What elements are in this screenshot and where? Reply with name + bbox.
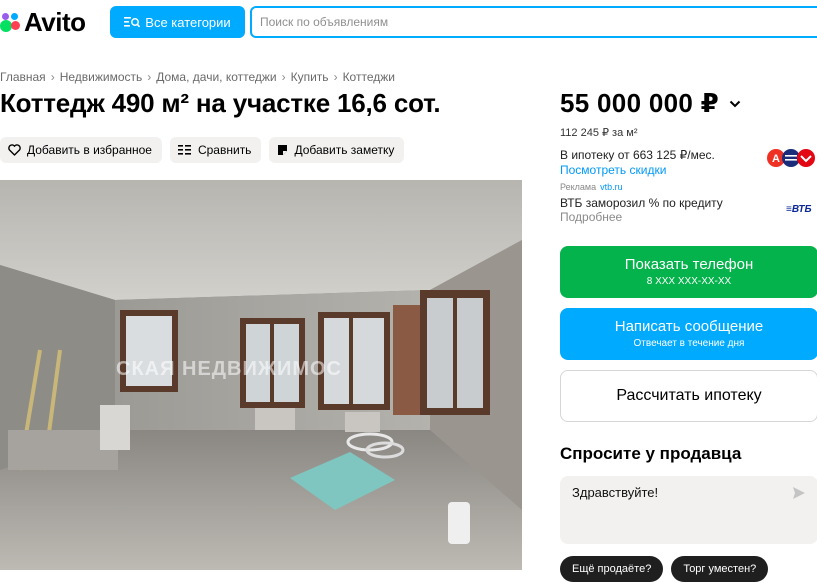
favorites-label: Добавить в избранное: [27, 143, 152, 157]
breadcrumb-separator: ›: [333, 70, 338, 84]
mortgage-text: В ипотеку от 663 125 ₽/мес.: [560, 148, 715, 162]
note-label: Добавить заметку: [294, 143, 395, 157]
search-field[interactable]: [250, 6, 817, 38]
ask-seller-title: Спросите у продавца: [560, 444, 742, 463]
discount-link[interactable]: Посмотреть скидки: [560, 163, 715, 178]
bank-logos-icon: А: [767, 149, 815, 167]
ad-domain[interactable]: vtb.ru: [600, 182, 623, 192]
compare-button[interactable]: Сравнить: [169, 137, 262, 163]
photo-watermark: СКАЯ НЕДВИЖИМОС: [116, 358, 342, 380]
listing-actions: Добавить в избранное Сравнить Добавить з…: [0, 137, 405, 163]
write-message-button[interactable]: Написать сообщение Отвечает в течение дн…: [560, 308, 817, 360]
note-icon: [278, 145, 288, 155]
chip-still-selling[interactable]: Ещё продаёте?: [560, 556, 664, 582]
breadcrumb: Главная › Недвижимость › Дома, дачи, кот…: [0, 70, 395, 84]
mortgage-offer: В ипотеку от 663 125 ₽/мес. Посмотреть с…: [560, 148, 715, 178]
categories-search-icon: [124, 17, 141, 28]
ad-more-link[interactable]: Подробнее: [560, 210, 723, 224]
breadcrumb-separator: ›: [147, 70, 152, 84]
logo-text: Avito: [24, 6, 86, 37]
compare-icon: [177, 145, 191, 155]
price-row: 55 000 000 ₽: [560, 88, 741, 119]
ask-seller-box: [560, 476, 817, 544]
reply-time: Отвечает в течение дня: [633, 338, 745, 349]
add-note-button[interactable]: Добавить заметку: [269, 137, 405, 163]
svg-text:А: А: [772, 153, 780, 165]
breadcrumb-houses[interactable]: Дома, дачи, коттеджи: [156, 70, 276, 84]
quick-questions: Ещё продаёте? Торг уместен?: [560, 556, 769, 582]
breadcrumb-separator: ›: [50, 70, 55, 84]
ad-text: ВТБ заморозил % по кредиту: [560, 196, 723, 210]
all-categories-button[interactable]: Все категории: [110, 6, 245, 38]
breadcrumb-separator: ›: [281, 70, 286, 84]
phone-mask: 8 XXX XXX-XX-XX: [646, 276, 732, 287]
ad-block[interactable]: ВТБ заморозил % по кредиту Подробнее: [560, 196, 723, 224]
logo-dots-icon: [0, 11, 22, 33]
compare-label: Сравнить: [197, 143, 252, 157]
send-icon[interactable]: [792, 486, 806, 500]
write-message-label: Написать сообщение: [614, 318, 764, 335]
breadcrumb-cottages[interactable]: Коттеджи: [343, 70, 395, 84]
calculate-mortgage-button[interactable]: Рассчитать ипотеку: [560, 370, 817, 422]
listing-photo[interactable]: СКАЯ НЕДВИЖИМОС: [0, 180, 522, 570]
ask-seller-input[interactable]: [560, 476, 780, 544]
listing-title: Коттедж 490 м² на участке 16,6 сот.: [0, 88, 441, 118]
breadcrumb-real-estate[interactable]: Недвижимость: [60, 70, 143, 84]
ad-label: Реклама vtb.ru: [560, 182, 623, 192]
price: 55 000 000 ₽: [560, 88, 720, 118]
vtb-logo-text: ВТБ: [791, 204, 812, 215]
ad-label-text: Реклама: [560, 182, 597, 192]
price-per-m2: 112 245 ₽ за м²: [560, 127, 638, 139]
chip-negotiable[interactable]: Торг уместен?: [671, 556, 769, 582]
breadcrumb-buy[interactable]: Купить: [291, 70, 329, 84]
avito-logo[interactable]: Avito: [0, 6, 86, 37]
show-phone-label: Показать телефон: [624, 256, 754, 273]
add-to-favorites-button[interactable]: Добавить в избранное: [0, 137, 162, 163]
heart-icon: [8, 144, 21, 156]
chevron-down-icon[interactable]: [729, 100, 741, 108]
all-categories-label: Все категории: [145, 14, 231, 30]
show-phone-button[interactable]: Показать телефон 8 XXX XXX-XX-XX: [560, 246, 817, 298]
vtb-logo: ≡ВТБ: [786, 204, 812, 215]
search-input[interactable]: [252, 8, 817, 36]
breadcrumb-home[interactable]: Главная: [0, 70, 46, 84]
